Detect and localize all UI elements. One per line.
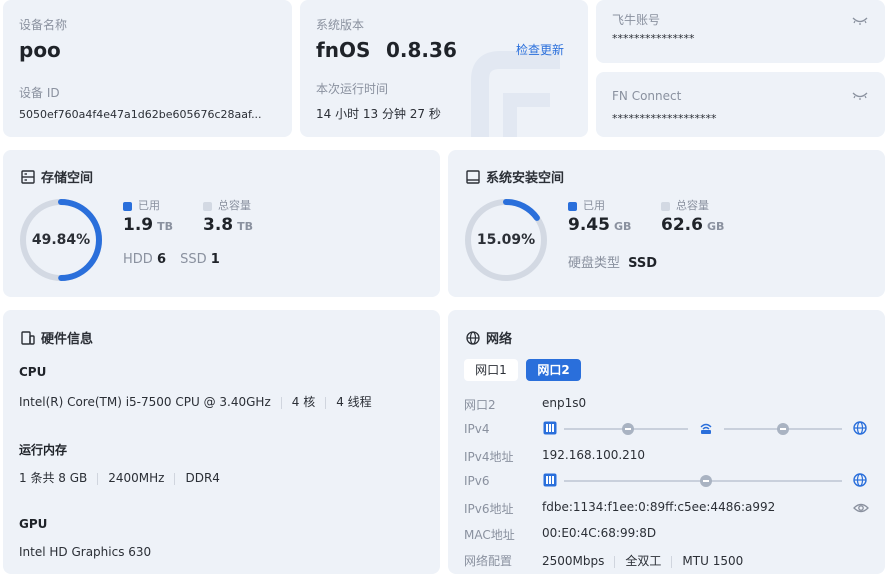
storage-used-legend: 已用 (123, 197, 160, 213)
internet-globe-icon (853, 473, 867, 487)
system-card: 系统版本 fnOS 0.8.36 检查更新 本次运行时间 14 小时 13 分钟… (300, 0, 588, 137)
internet-globe-icon (853, 421, 867, 435)
feiniu-account-card: 飞牛账号 *************** (596, 0, 885, 63)
system-os-name: fnOS (316, 38, 371, 62)
duplex-mode: 全双工 (625, 554, 662, 568)
net-row-label: IPv6地址 (464, 502, 514, 516)
system-version-label: 系统版本 (316, 18, 365, 32)
hardware-header: 硬件信息 (21, 328, 93, 347)
ipv4-status-dot-icon (777, 423, 789, 435)
cpu-threads: 4 线程 (336, 395, 372, 409)
system-storage-card: 系统安装空间 15.09% 已用 总容量 9.45 GB 62.6 GB 硬盘类型 … (448, 150, 885, 297)
device-card: 设备名称 poo 设备 ID 5050ef760a4f4e47a1d62be60… (3, 0, 292, 137)
system-storage-used-legend: 已用 (568, 197, 605, 213)
ipv4-status-dot-icon (622, 423, 634, 435)
ipv6-status-dot-icon (700, 475, 712, 487)
memory-frequency: 2400MHz (108, 471, 165, 485)
memory-count: 1 条共 8 GB (19, 471, 88, 485)
net-row-label: IPv4地址 (464, 450, 514, 464)
system-storage-total-legend: 总容量 (661, 197, 709, 213)
cpu-info: Intel(R) Core(TM) i5-7500 CPU @ 3.40GHz 4… (19, 393, 372, 410)
storage-total-value: 3.8 TB (203, 215, 254, 235)
device-name: poo (19, 38, 61, 62)
system-storage-header: 系统安装空间 (466, 167, 564, 186)
net-row-label: IPv6 (464, 474, 490, 488)
router-icon (700, 423, 712, 434)
system-storage-used-value: 9.45 GB (568, 215, 632, 235)
disk-type: 硬盘类型 SSD (568, 256, 658, 271)
storage-disk-counts: HDD 6 SSD 1 (123, 252, 220, 267)
device-id: 5050ef760a4f4e47a1d62be605676c28aaf... (19, 108, 262, 121)
cpu-cores: 4 核 (291, 395, 316, 409)
net-row-label: IPv4 (464, 422, 490, 436)
storage-card: 存储空间 49.84% 已用 总容量 1.9 TB 3.8 TB HDD 6 SSD… (3, 150, 440, 297)
total-legend-swatch (661, 201, 670, 211)
storage-icon (21, 169, 35, 184)
system-version: 0.8.36 (386, 38, 457, 62)
cpu-label: CPU (19, 365, 47, 379)
check-update-link[interactable]: 检查更新 (516, 41, 564, 58)
storage-used-value: 1.9 TB (123, 215, 174, 235)
net-row-value: fdbe:1134:f1ee:0:89ff:c5ee:4486:a992 (542, 500, 776, 514)
net-row-label: 网口2 (464, 398, 496, 412)
network-config: 2500Mbps 全双工 MTU 1500 (542, 552, 743, 569)
eye-icon[interactable] (853, 502, 869, 514)
mtu-value: MTU 1500 (682, 554, 744, 568)
device-id-label: 设备 ID (19, 86, 60, 100)
storage-percent: 49.84% (31, 232, 91, 248)
eye-closed-icon[interactable] (852, 91, 868, 101)
system-storage-total-value: 62.6 GB (661, 215, 725, 235)
fn-connect-label: FN Connect (612, 89, 682, 103)
gpu-model: Intel HD Graphics 630 (19, 545, 152, 559)
link-speed: 2500Mbps (542, 554, 605, 568)
total-legend-swatch (203, 201, 212, 211)
system-storage-percent: 15.09% (476, 232, 536, 248)
net-row-value: 00:E0:4C:68:99:8D (542, 526, 657, 540)
hardware-title: 硬件信息 (41, 332, 94, 347)
feiniu-account-label: 飞牛账号 (612, 13, 661, 27)
hardware-card: 硬件信息 CPU Intel(R) Core(TM) i5-7500 CPU @… (3, 310, 440, 574)
fn-connect-value: ******************* (612, 112, 717, 125)
memory-label: 运行内存 (19, 443, 68, 457)
hardware-icon (21, 330, 35, 345)
device-name-label: 设备名称 (19, 18, 68, 32)
system-storage-title: 系统安装空间 (486, 171, 565, 186)
memory-type: DDR4 (185, 471, 220, 485)
tab-port-2[interactable]: 网口2 (526, 359, 581, 381)
fn-connect-card: FN Connect ******************* (596, 72, 885, 137)
network-header: 网络 (466, 328, 512, 347)
net-row-value: 192.168.100.210 (542, 448, 646, 462)
feiniu-account-value: *************** (612, 32, 695, 45)
net-row-value: enp1s0 (542, 396, 587, 410)
nic-icon (543, 421, 557, 435)
uptime-label: 本次运行时间 (316, 82, 389, 96)
nic-icon (543, 473, 557, 487)
eye-closed-icon[interactable] (852, 16, 868, 26)
net-row-label: MAC地址 (464, 528, 515, 542)
network-title: 网络 (486, 332, 513, 347)
uptime-value: 14 小时 13 分钟 27 秒 (316, 107, 441, 121)
cpu-model: Intel(R) Core(TM) i5-7500 CPU @ 3.40GHz (19, 395, 271, 409)
gpu-label: GPU (19, 517, 48, 531)
used-legend-swatch (123, 201, 132, 211)
storage-header: 存储空间 (21, 167, 93, 186)
used-legend-swatch (568, 201, 577, 211)
net-row-label: 网络配置 (464, 554, 513, 568)
drive-icon (466, 169, 480, 184)
globe-icon (466, 330, 480, 345)
memory-info: 1 条共 8 GB 2400MHz DDR4 (19, 469, 220, 486)
storage-title: 存储空间 (41, 171, 94, 186)
storage-total-legend: 总容量 (203, 197, 251, 213)
tab-port-1[interactable]: 网口1 (464, 359, 518, 381)
